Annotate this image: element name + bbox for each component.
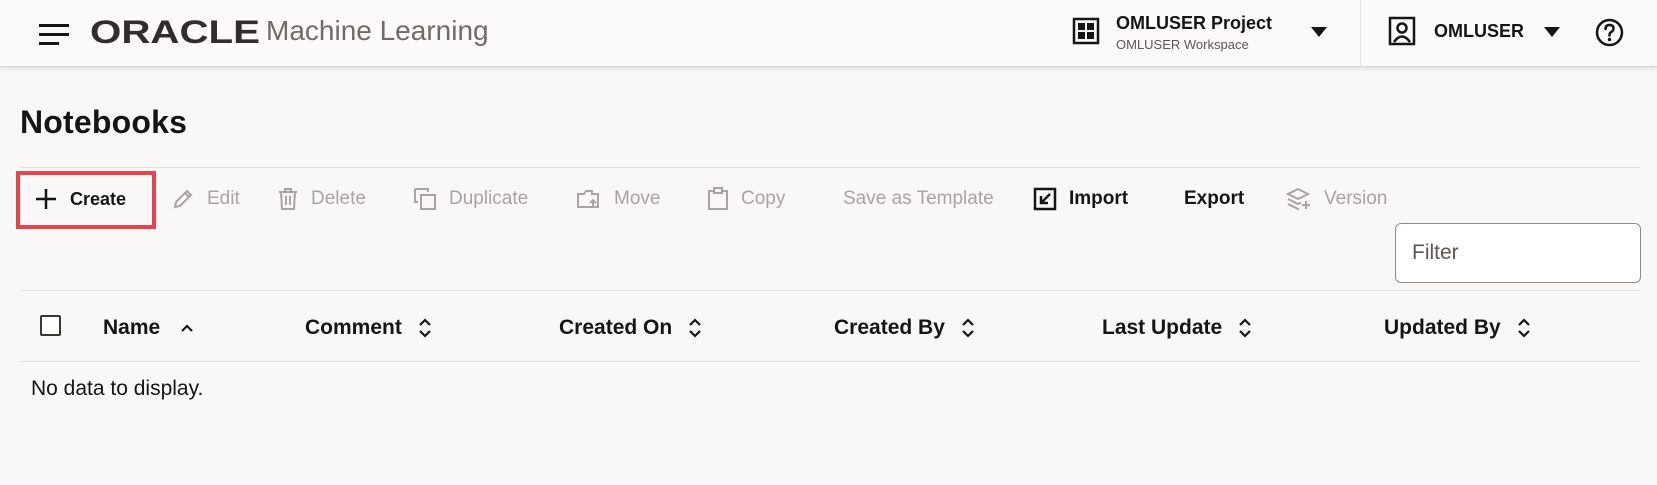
column-header-comment-label: Comment xyxy=(305,316,402,339)
save-as-template-button[interactable]: Save as Template xyxy=(843,176,994,222)
column-header-last-update[interactable]: Last Update xyxy=(1102,314,1252,342)
export-button[interactable]: Export xyxy=(1184,176,1244,222)
header-divider xyxy=(1360,0,1361,66)
column-header-created-on[interactable]: Created On xyxy=(559,314,702,342)
delete-label: Delete xyxy=(311,188,366,209)
table-top-divider xyxy=(20,290,1640,291)
sort-icon[interactable] xyxy=(961,317,975,339)
create-label: Create xyxy=(70,188,127,209)
move-button[interactable]: Move xyxy=(576,176,660,222)
filter-input[interactable] xyxy=(1395,223,1641,283)
column-header-last-update-label: Last Update xyxy=(1102,316,1223,339)
layers-add-icon xyxy=(1286,187,1311,211)
project-name[interactable]: OMLUSER Project xyxy=(1116,13,1272,34)
toolbar-top-divider xyxy=(20,167,1640,168)
table-header-divider xyxy=(20,361,1640,362)
pencil-icon xyxy=(173,189,193,209)
hamburger-icon[interactable] xyxy=(38,19,72,49)
copy-label: Copy xyxy=(741,188,786,209)
page-title: Notebooks xyxy=(20,104,188,140)
sort-ascending-icon[interactable] xyxy=(180,323,194,333)
import-icon xyxy=(1033,187,1057,211)
project-grid-icon xyxy=(1072,17,1100,45)
duplicate-icon xyxy=(414,188,436,210)
edit-label: Edit xyxy=(207,188,240,209)
sort-icon[interactable] xyxy=(1517,317,1531,339)
edit-button[interactable]: Edit xyxy=(171,176,240,222)
create-button[interactable]: Create xyxy=(34,176,126,222)
column-header-created-by-label: Created By xyxy=(834,316,945,339)
version-button[interactable]: Version xyxy=(1286,176,1387,222)
column-header-comment[interactable]: Comment xyxy=(305,314,432,342)
oracle-logo-text: ORACLE xyxy=(90,17,260,47)
delete-button[interactable]: Delete xyxy=(277,176,366,222)
sort-icon[interactable] xyxy=(418,317,432,339)
user-name[interactable]: OMLUSER xyxy=(1434,21,1524,42)
column-header-updated-by-label: Updated By xyxy=(1384,316,1501,339)
sort-icon[interactable] xyxy=(688,317,702,339)
trash-icon xyxy=(279,188,297,210)
select-all-checkbox[interactable] xyxy=(40,315,61,336)
clipboard-icon xyxy=(708,187,728,210)
copy-button[interactable]: Copy xyxy=(707,176,785,222)
column-header-updated-by[interactable]: Updated By xyxy=(1384,314,1531,342)
column-header-name[interactable]: Name xyxy=(103,314,194,342)
move-folder-icon xyxy=(577,190,599,208)
duplicate-label: Duplicate xyxy=(449,188,529,209)
move-label: Move xyxy=(614,188,661,209)
help-icon[interactable] xyxy=(1595,18,1624,47)
project-chevron-down-icon[interactable] xyxy=(1310,26,1328,38)
plus-icon xyxy=(36,189,56,209)
column-header-created-by[interactable]: Created By xyxy=(834,314,975,342)
sort-icon[interactable] xyxy=(1238,317,1252,339)
oracle-logo[interactable]: ORACLE xyxy=(90,17,262,47)
user-icon xyxy=(1388,16,1416,46)
import-label: Import xyxy=(1069,188,1129,209)
version-label: Version xyxy=(1324,188,1388,209)
app-name: Machine Learning xyxy=(266,15,489,46)
user-chevron-down-icon[interactable] xyxy=(1543,26,1561,38)
empty-table-message: No data to display. xyxy=(31,377,204,400)
column-header-created-on-label: Created On xyxy=(559,316,673,339)
app-header: ORACLE Machine Learning OMLUSER Project … xyxy=(0,0,1657,67)
column-header-name-label: Name xyxy=(103,316,161,339)
save-as-template-label: Save as Template xyxy=(843,188,994,209)
export-label: Export xyxy=(1184,188,1245,209)
workspace-name: OMLUSER Workspace xyxy=(1116,37,1249,52)
duplicate-button[interactable]: Duplicate xyxy=(413,176,528,222)
import-button[interactable]: Import xyxy=(1033,176,1128,222)
